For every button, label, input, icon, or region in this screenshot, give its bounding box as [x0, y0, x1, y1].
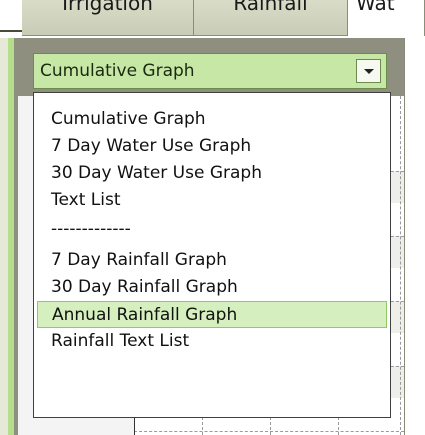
- dropdown-option-text-list[interactable]: Text List: [37, 187, 387, 214]
- tab-rainfall[interactable]: Rainfall: [194, 0, 348, 36]
- dropdown-option-7-day-rainfall-graph[interactable]: 7 Day Rainfall Graph: [37, 247, 387, 274]
- dropdown-toggle-button[interactable]: [356, 59, 381, 83]
- dropdown-option-7-day-water-use-graph[interactable]: 7 Day Water Use Graph: [37, 133, 387, 160]
- tab-rainfall-label: Rainfall: [233, 0, 308, 15]
- tab-irrigation-label: Irrigation: [62, 0, 153, 15]
- dropdown-separator: -------------: [51, 219, 131, 239]
- window-frame-right: [404, 38, 425, 435]
- tab-water[interactable]: Wat: [348, 0, 425, 36]
- dropdown-option-30-day-rainfall-graph[interactable]: 30 Day Rainfall Graph: [37, 274, 387, 301]
- chevron-down-icon: [364, 69, 374, 74]
- dropdown-option-cumulative-graph[interactable]: Cumulative Graph: [37, 106, 387, 133]
- tab-water-label: Wat: [356, 0, 395, 15]
- tab-irrigation[interactable]: Irrigation: [22, 0, 194, 36]
- tab-strip: Irrigation Rainfall Wat: [0, 0, 425, 38]
- graph-type-select-value: Cumulative Graph: [40, 61, 195, 81]
- dropdown-option-annual-rainfall-graph[interactable]: Annual Rainfall Graph: [37, 301, 387, 328]
- graph-type-dropdown: Cumulative Graph 7 Day Water Use Graph 3…: [33, 92, 391, 418]
- tab-strip-edge: [0, 30, 22, 32]
- window-frame-left: [0, 38, 8, 435]
- grid-hline: [134, 431, 404, 432]
- dropdown-option-rainfall-text-list[interactable]: Rainfall Text List: [37, 328, 387, 355]
- dropdown-option-30-day-water-use-graph[interactable]: 30 Day Water Use Graph: [37, 160, 387, 187]
- graph-type-select[interactable]: Cumulative Graph: [33, 53, 387, 89]
- grid-vline: [400, 96, 401, 435]
